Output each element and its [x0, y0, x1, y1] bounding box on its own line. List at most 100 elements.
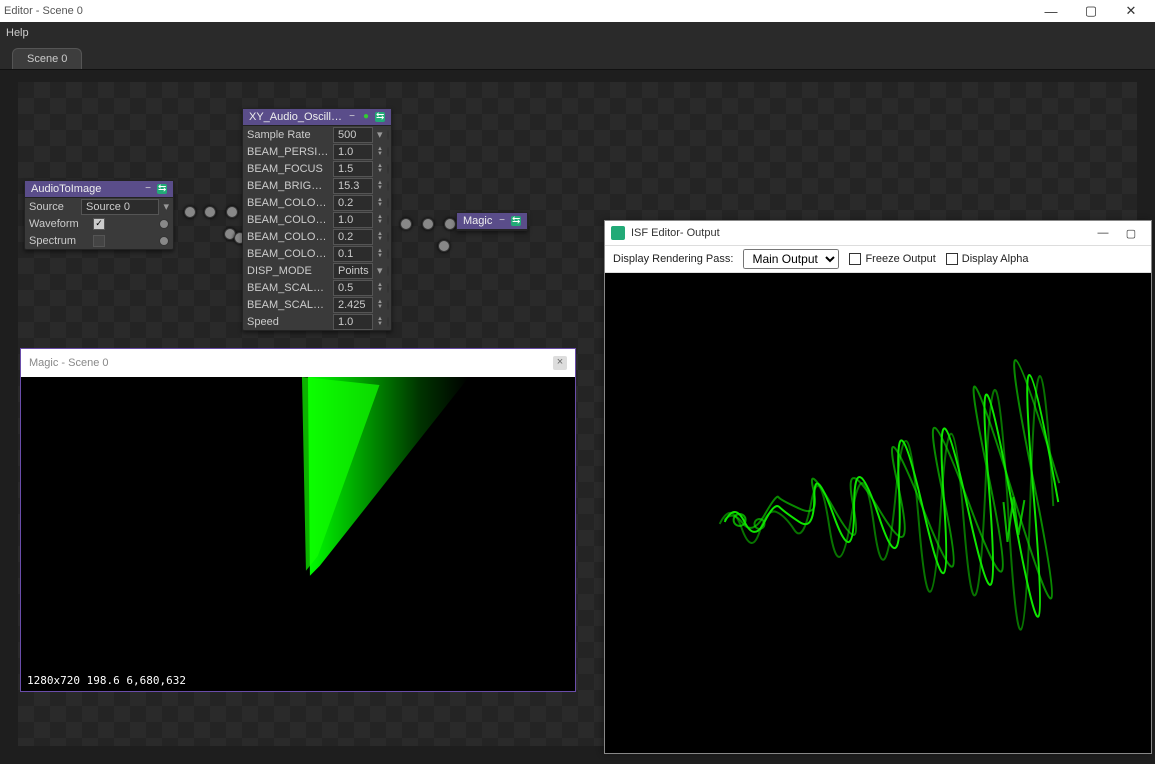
node-oscilloscope[interactable]: XY_Audio_Oscilloscope... − ● ⇆ Sample Ra… — [242, 108, 392, 331]
minimize-icon[interactable]: − — [143, 184, 153, 194]
output-port[interactable] — [387, 164, 389, 174]
window-maximize-button[interactable]: ▢ — [1071, 3, 1111, 19]
param-row: BEAM_COLOR G1.0▲▼ — [243, 211, 391, 228]
app-icon — [611, 226, 625, 240]
spinner-icon[interactable]: ▲▼ — [377, 300, 383, 310]
spinner-icon[interactable]: ▲▼ — [377, 232, 383, 242]
output-port[interactable] — [387, 249, 389, 259]
param-label: BEAM_SCALE_Y — [247, 299, 329, 311]
output-port[interactable] — [387, 147, 389, 157]
wire-knob[interactable] — [438, 240, 450, 252]
param-value[interactable]: 15.3 — [333, 178, 373, 194]
output-image — [605, 273, 1151, 753]
preview-viewport: 1280x720 198.6 6,680,632 — [21, 377, 575, 691]
output-port[interactable] — [387, 181, 389, 191]
main-titlebar: Editor - Scene 0 — ▢ ✕ — [0, 0, 1155, 22]
spinner-icon[interactable]: ▲▼ — [377, 198, 383, 208]
node-magic[interactable]: Magic − ⇆ — [456, 212, 528, 231]
dropdown-icon[interactable]: ▾ — [377, 264, 383, 277]
output-port[interactable] — [387, 283, 389, 293]
resize-icon[interactable]: ⇆ — [375, 112, 385, 122]
checkbox-label: Display Alpha — [962, 253, 1029, 265]
output-port[interactable] — [387, 317, 389, 327]
param-row: BEAM_COLOR B0.2▲▼ — [243, 228, 391, 245]
spinner-icon[interactable]: ▲▼ — [377, 181, 383, 191]
output-window[interactable]: ISF Editor- Output — ▢ Display Rendering… — [604, 220, 1152, 754]
output-port[interactable] — [387, 232, 389, 242]
param-value[interactable]: 2.425 — [333, 297, 373, 313]
wire-knob[interactable] — [444, 218, 456, 230]
status-icon: ● — [361, 112, 371, 122]
param-label: BEAM_COLOR A — [247, 248, 329, 260]
param-value[interactable]: 500 — [333, 127, 373, 143]
node-header[interactable]: Magic − ⇆ — [457, 213, 527, 230]
node-editor-canvas[interactable]: AudioToImage − ⇆ Source Source 0 ▾ Wavef… — [8, 72, 1147, 756]
wire-knob[interactable] — [204, 206, 216, 218]
waveform-checkbox[interactable]: ✓ — [93, 218, 105, 230]
param-row: BEAM_FOCUS1.5▲▼ — [243, 160, 391, 177]
param-value[interactable]: 0.2 — [333, 229, 373, 245]
param-value[interactable]: Points — [333, 263, 373, 279]
param-value[interactable]: 1.0 — [333, 212, 373, 228]
param-waveform: Waveform ✓ — [25, 215, 173, 232]
minimize-icon[interactable]: − — [347, 112, 357, 122]
output-port[interactable] — [387, 266, 389, 276]
node-header[interactable]: AudioToImage − ⇆ — [25, 181, 173, 198]
wire-knob[interactable] — [422, 218, 434, 230]
param-value[interactable]: 0.5 — [333, 280, 373, 296]
param-value[interactable]: Source 0 — [81, 199, 159, 215]
spectrum-checkbox[interactable] — [93, 235, 105, 247]
resize-icon[interactable]: ⇆ — [511, 216, 521, 226]
output-port[interactable] — [387, 300, 389, 310]
node-header[interactable]: XY_Audio_Oscilloscope... − ● ⇆ — [243, 109, 391, 126]
preview-image — [21, 377, 575, 691]
output-port[interactable] — [159, 219, 169, 229]
menu-bar: Help — [0, 22, 1155, 44]
output-port[interactable] — [159, 236, 169, 246]
node-audio-to-image[interactable]: AudioToImage − ⇆ Source Source 0 ▾ Wavef… — [24, 180, 174, 250]
checkbox-icon — [946, 253, 958, 265]
output-port[interactable] — [387, 215, 389, 225]
tab-scene-0[interactable]: Scene 0 — [12, 48, 82, 69]
preview-close-button[interactable]: × — [553, 356, 567, 370]
spinner-icon[interactable]: ▲▼ — [377, 215, 383, 225]
output-port[interactable] — [387, 130, 389, 140]
pass-select[interactable]: Main Output — [743, 249, 839, 269]
freeze-checkbox[interactable]: Freeze Output — [849, 253, 935, 265]
wire-knob[interactable] — [184, 206, 196, 218]
resize-icon[interactable]: ⇆ — [157, 184, 167, 194]
param-row: Sample Rate500▾ — [243, 126, 391, 143]
spinner-icon[interactable]: ▲▼ — [377, 249, 383, 259]
window-minimize-button[interactable]: — — [1031, 4, 1071, 19]
output-titlebar[interactable]: ISF Editor- Output — ▢ — [605, 221, 1151, 245]
dropdown-icon[interactable]: ▾ — [377, 128, 383, 141]
spinner-icon[interactable]: ▲▼ — [377, 164, 383, 174]
window-close-button[interactable]: ✕ — [1111, 3, 1151, 19]
param-value[interactable]: 1.0 — [333, 314, 373, 330]
node-title: Magic — [463, 215, 493, 227]
dropdown-icon[interactable]: ▾ — [163, 200, 169, 213]
spinner-icon[interactable]: ▲▼ — [377, 283, 383, 293]
param-row: BEAM_SCALE_Y 2.425 ▲▼ — [243, 296, 391, 313]
checkbox-icon — [849, 253, 861, 265]
preview-header[interactable]: Magic - Scene 0 × — [21, 349, 575, 377]
param-label: Spectrum — [29, 235, 89, 247]
param-value[interactable]: 1.0 — [333, 144, 373, 160]
alpha-checkbox[interactable]: Display Alpha — [946, 253, 1029, 265]
param-row: BEAM_PERSIST...1.0▲▼ — [243, 143, 391, 160]
wire-knob[interactable] — [226, 206, 238, 218]
param-label: Speed — [247, 316, 329, 328]
output-minimize-button[interactable]: — — [1089, 227, 1117, 239]
param-value[interactable]: 0.2 — [333, 195, 373, 211]
wire-knob[interactable] — [400, 218, 412, 230]
param-value[interactable]: 0.1 — [333, 246, 373, 262]
preview-title: Magic - Scene 0 — [29, 357, 108, 369]
minimize-icon[interactable]: − — [497, 216, 507, 226]
param-value[interactable]: 1.5 — [333, 161, 373, 177]
spinner-icon[interactable]: ▲▼ — [377, 147, 383, 157]
output-maximize-button[interactable]: ▢ — [1117, 227, 1145, 240]
menu-help[interactable]: Help — [6, 27, 29, 39]
spinner-icon[interactable]: ▲▼ — [377, 317, 383, 327]
preview-panel[interactable]: Magic - Scene 0 × 1280x720 198.6 6,680,6… — [20, 348, 576, 692]
output-port[interactable] — [387, 198, 389, 208]
